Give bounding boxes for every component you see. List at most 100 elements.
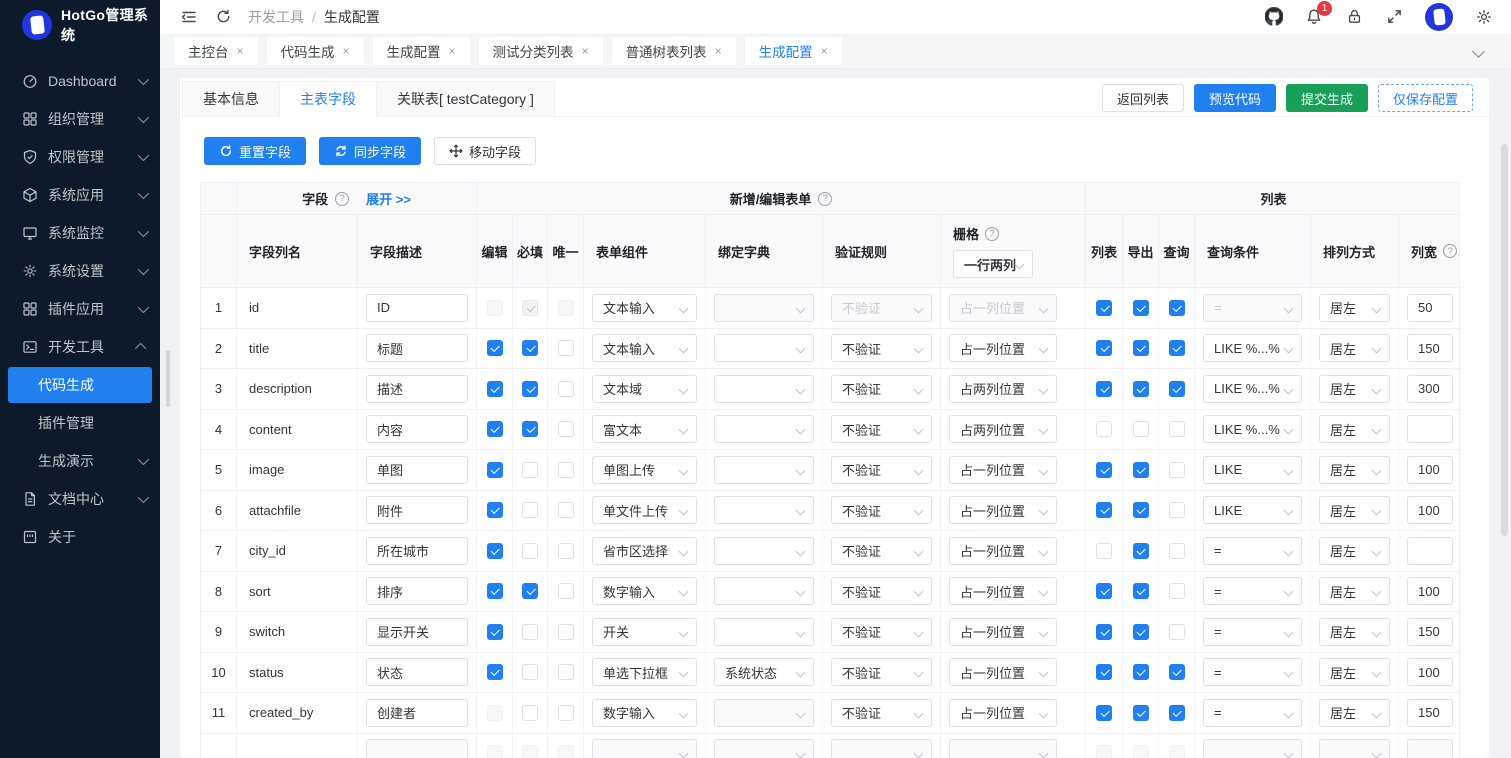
form-component-select[interactable]: 开关	[592, 618, 697, 646]
query-checkbox[interactable]	[1169, 624, 1185, 640]
edit-checkbox[interactable]	[487, 502, 503, 518]
bind-dict-select[interactable]	[714, 496, 814, 524]
column-width-input[interactable]: 300	[1407, 375, 1453, 403]
edit-checkbox[interactable]	[487, 664, 503, 680]
field-desc-input[interactable]: ID	[366, 294, 468, 322]
unique-checkbox[interactable]	[558, 624, 574, 640]
unique-checkbox[interactable]	[558, 381, 574, 397]
column-width-input[interactable]: 50	[1407, 294, 1453, 322]
sidebar-item-Dashboard[interactable]: Dashboard	[0, 62, 160, 100]
open-tab-0[interactable]: 主控台×	[174, 37, 258, 65]
sidebar-item-5[interactable]: 系统设置	[0, 252, 160, 290]
grid-span-select[interactable]: 占一列位置	[949, 456, 1057, 484]
grid-span-select[interactable]: 占两列位置	[949, 415, 1057, 443]
form-component-select[interactable]: 单文件上传	[592, 496, 697, 524]
validate-rule-select[interactable]: 不验证	[831, 699, 932, 727]
grid-span-select[interactable]: 占一列位置	[949, 577, 1057, 605]
export-checkbox[interactable]	[1133, 705, 1149, 721]
edit-checkbox[interactable]	[487, 583, 503, 599]
required-checkbox[interactable]	[522, 340, 538, 356]
column-width-input[interactable]	[1407, 537, 1453, 565]
tab-main-fields[interactable]: 主表字段	[279, 81, 377, 116]
sidebar-item-4[interactable]: 系统监控	[0, 214, 160, 252]
lock-icon[interactable]	[1345, 8, 1363, 26]
column-width-input[interactable]: 100	[1407, 658, 1453, 686]
form-component-select[interactable]: 文本输入	[592, 334, 697, 362]
align-select[interactable]: 居左	[1319, 618, 1390, 646]
unique-checkbox[interactable]	[558, 583, 574, 599]
form-help-icon[interactable]: ?	[818, 192, 832, 206]
validate-rule-select[interactable]: 不验证	[831, 415, 932, 443]
required-checkbox[interactable]	[522, 624, 538, 640]
tab-basic-info[interactable]: 基本信息	[182, 81, 280, 116]
required-checkbox[interactable]	[522, 421, 538, 437]
required-checkbox[interactable]	[522, 583, 538, 599]
form-component-select[interactable]: 文本输入	[592, 294, 697, 322]
align-select[interactable]: 居左	[1319, 577, 1390, 605]
sidebar-item-1[interactable]: 组织管理	[0, 100, 160, 138]
sidebar-item-7[interactable]: 开发工具	[0, 328, 160, 366]
sidebar-item-3[interactable]: 系统应用	[0, 176, 160, 214]
align-select[interactable]: 居左	[1319, 375, 1390, 403]
list-checkbox[interactable]	[1096, 462, 1112, 478]
width-help-icon[interactable]: ?	[1443, 244, 1457, 258]
query-condition-select[interactable]: LIKE %...%	[1203, 375, 1302, 403]
column-width-input[interactable]	[1407, 415, 1453, 443]
query-condition-select[interactable]: LIKE	[1203, 456, 1302, 484]
sidebar-item-8[interactable]: 代码生成	[8, 367, 152, 403]
query-checkbox[interactable]	[1169, 381, 1185, 397]
required-checkbox[interactable]	[522, 664, 538, 680]
tab-relation-table[interactable]: 关联表[ testCategory ]	[376, 81, 555, 116]
list-checkbox[interactable]	[1096, 543, 1112, 559]
list-checkbox[interactable]	[1096, 705, 1112, 721]
bind-dict-select[interactable]	[714, 537, 814, 565]
field-desc-input[interactable]: 创建者	[366, 699, 468, 727]
open-tab-5[interactable]: 生成配置×	[745, 37, 842, 65]
form-component-select[interactable]: 富文本	[592, 415, 697, 443]
github-icon[interactable]	[1265, 8, 1283, 26]
edit-checkbox[interactable]	[487, 381, 503, 397]
query-condition-select[interactable]: =	[1203, 577, 1302, 605]
validate-rule-select[interactable]: 不验证	[831, 334, 932, 362]
edit-checkbox[interactable]	[487, 340, 503, 356]
edit-checkbox[interactable]	[487, 421, 503, 437]
close-tab-icon[interactable]: ×	[449, 44, 456, 58]
query-checkbox[interactable]	[1169, 583, 1185, 599]
field-desc-input[interactable]: 所在城市	[366, 537, 468, 565]
bind-dict-select[interactable]	[714, 456, 814, 484]
collapse-menu-icon[interactable]	[180, 8, 198, 26]
list-checkbox[interactable]	[1096, 300, 1112, 316]
export-checkbox[interactable]	[1133, 543, 1149, 559]
open-tab-4[interactable]: 普通树表列表×	[612, 37, 736, 65]
align-select[interactable]: 居左	[1319, 334, 1390, 362]
query-checkbox[interactable]	[1169, 300, 1185, 316]
unique-checkbox[interactable]	[558, 543, 574, 559]
close-tab-icon[interactable]: ×	[821, 44, 828, 58]
bind-dict-select[interactable]	[714, 375, 814, 403]
validate-rule-select[interactable]: 不验证	[831, 658, 932, 686]
grid-span-select[interactable]: 占一列位置	[949, 334, 1057, 362]
grid-span-select[interactable]: 占一列位置	[949, 618, 1057, 646]
tabs-chevron-down-icon[interactable]	[1472, 45, 1485, 58]
list-checkbox[interactable]	[1096, 583, 1112, 599]
query-checkbox[interactable]	[1169, 340, 1185, 356]
grid-help-icon[interactable]: ?	[985, 227, 999, 241]
unique-checkbox[interactable]	[558, 421, 574, 437]
export-checkbox[interactable]	[1133, 624, 1149, 640]
move-fields-button[interactable]: 移动字段	[434, 137, 536, 165]
refresh-icon[interactable]	[214, 8, 232, 26]
validate-rule-select[interactable]: 不验证	[831, 577, 932, 605]
query-checkbox[interactable]	[1169, 543, 1185, 559]
query-checkbox[interactable]	[1169, 421, 1185, 437]
field-help-icon[interactable]: ?	[335, 192, 349, 206]
grid-span-select[interactable]: 占一列位置	[949, 658, 1057, 686]
align-select[interactable]: 居左	[1319, 415, 1390, 443]
sidebar-item-10[interactable]: 生成演示	[0, 442, 160, 480]
validate-rule-select[interactable]: 不验证	[831, 618, 932, 646]
submit-generate-button[interactable]: 提交生成	[1286, 84, 1368, 112]
expand-link[interactable]: 展开 >>	[366, 189, 411, 208]
notification-bell-icon[interactable]: 1	[1305, 8, 1323, 26]
page-scrollbar-thumb[interactable]	[1501, 144, 1508, 536]
unique-checkbox[interactable]	[558, 462, 574, 478]
required-checkbox[interactable]	[522, 462, 538, 478]
